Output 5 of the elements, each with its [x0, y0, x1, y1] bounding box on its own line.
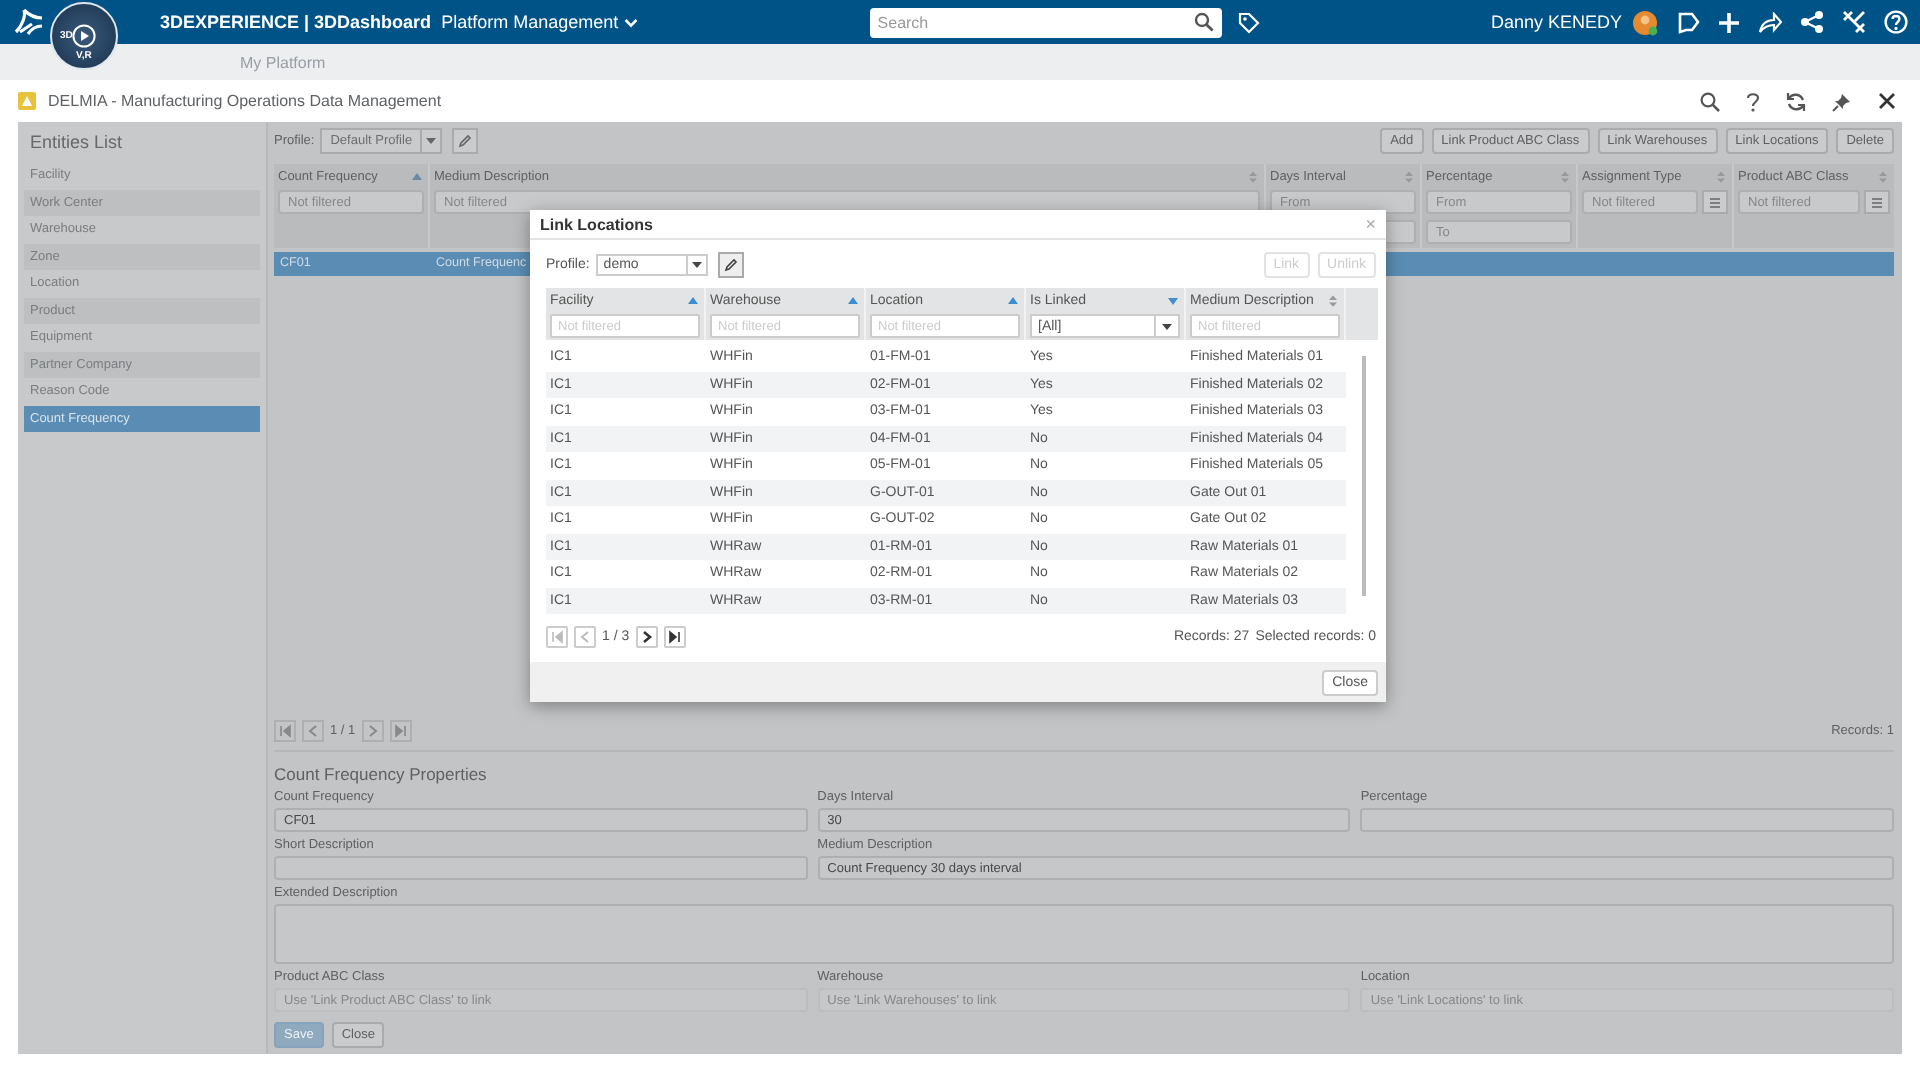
app-title: DELMIA - Manufacturing Operations Data Management — [48, 92, 442, 110]
section-title: Count Frequency Properties — [274, 764, 489, 784]
brand-title: 3DEXPERIENCE | 3DDashboard — [160, 12, 432, 32]
panel-title: Entities List — [30, 132, 125, 152]
dialog-title: Link Locations — [540, 215, 653, 233]
